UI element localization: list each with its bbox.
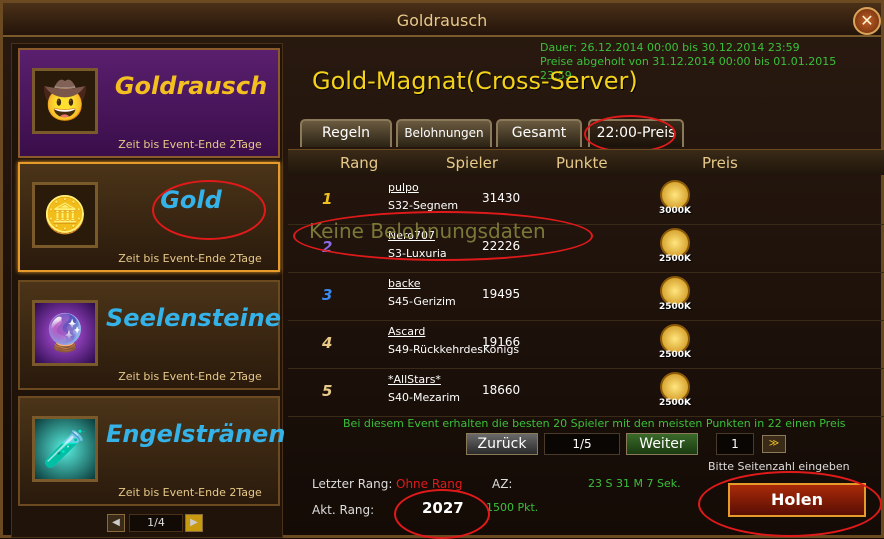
next-page-icon[interactable]: ▶ [185,514,203,532]
prize-amount: 2500K [658,398,692,408]
rank-cell: 4 [322,334,333,352]
event-card-engelstraenen[interactable]: 🧪 Engelstränen Zeit bis Event-Ende 2Tage [18,396,286,506]
countdown-timer: 23 S 31 M 7 Sek. [588,477,681,490]
prize-amount: 2500K [658,302,692,312]
event-card-time: Zeit bis Event-Ende 2Tage [118,252,262,265]
gold-coin-prize-icon: 2500K [658,276,692,316]
duration-text: Dauer: 26.12.2014 00:00 bis 30.12.2014 2… [540,41,800,54]
points-cell: 19495 [482,287,521,301]
prize-amount: 2500K [658,350,692,360]
close-icon[interactable]: ✕ [853,7,881,35]
event-card-title: Engelstränen [106,420,286,448]
next-button[interactable]: Weiter [626,433,698,455]
table-header: Rang Spieler Punkte Preis [288,149,884,175]
table-row: 3 backe S45-Gerizim 19495 2500K [288,273,884,321]
window-title: Goldrausch [396,11,488,30]
title-bar: Goldrausch [3,3,881,37]
rank-cell: 3 [322,286,333,304]
go-page-icon[interactable]: ≫ [762,435,786,453]
main-panel: Dauer: 26.12.2014 00:00 bis 30.12.2014 2… [288,39,884,539]
points-cell: 31430 [482,191,521,205]
page-number-input[interactable]: 1 [716,433,754,455]
player-name-link[interactable]: Ascard [388,325,425,338]
red-annotation-circle [584,115,676,153]
red-annotation-circle [152,180,266,240]
event-notice: Bei diesem Event erhalten die besten 20 … [343,417,846,430]
page-title: Gold-Magnat(Cross-Server) [312,67,638,95]
gold-coin-prize-icon: 2500K [658,228,692,268]
prize-amount: 3000K [658,206,692,216]
header-points: Punkte [556,154,608,172]
red-annotation-circle [394,489,490,539]
event-card-goldrausch[interactable]: 🤠 Goldrausch Zeit bis Event-Ende 2Tage [18,48,280,158]
event-card-title: Seelensteine [106,304,282,332]
soulstone-orb-icon: 🔮 [32,300,98,366]
event-card-title: Goldrausch [114,72,268,100]
event-list: 🤠 Goldrausch Zeit bis Event-Ende 2Tage 🪙… [11,43,286,538]
tab-regeln[interactable]: Regeln [300,119,392,147]
gold-coin-prize-icon: 2500K [658,324,692,364]
gold-coin-prize-icon: 3000K [658,180,692,220]
header-player: Spieler [446,154,499,172]
prev-page-icon[interactable]: ◀ [107,514,125,532]
table-row: 5 *AllStars* S40-Mezarim 18660 2500K [288,369,884,417]
player-name-link[interactable]: pulpo [388,181,419,194]
rank-cell: 1 [322,190,333,208]
player-status: Letzter Rang: Ohne Rang AZ: 23 S 31 M 7 … [302,473,682,533]
points-cell: 18660 [482,383,521,397]
player-name-link[interactable]: *AllStars* [388,373,441,386]
player-server: S40-Mezarim [388,391,461,404]
event-window: Goldrausch ✕ 🤠 Goldrausch Zeit bis Event… [0,0,884,539]
red-annotation-circle [293,211,593,261]
current-rank-label: Akt. Rang: [312,503,375,517]
page-indicator: 1/4 [129,514,183,532]
player-server: S45-Gerizim [388,295,456,308]
table-row: 4 Ascard S49-RückkehrdesKönigs 19166 250… [288,321,884,369]
event-card-time: Zeit bis Event-Ende 2Tage [118,370,262,383]
red-annotation-circle [698,471,882,537]
page-indicator: 1/5 [544,433,620,455]
event-card-seelensteine[interactable]: 🔮 Seelensteine Zeit bis Event-Ende 2Tage [18,280,282,390]
header-rank: Rang [340,154,379,172]
angel-tear-vial-icon: 🧪 [32,416,98,482]
tab-belohnungen[interactable]: Belohnungen [396,119,492,147]
prize-amount: 2500K [658,254,692,264]
gold-coin-icon: 🪙 [32,182,98,248]
event-card-time: Zeit bis Event-Ende 2Tage [118,138,262,151]
last-rank-label: Letzter Rang: [312,477,393,491]
rank-cell: 5 [322,382,333,400]
gold-coin-prize-icon: 2500K [658,372,692,412]
header-prize: Preis [702,154,738,172]
back-button[interactable]: Zurück [466,433,538,455]
player-name-link[interactable]: backe [388,277,421,290]
tab-gesamt[interactable]: Gesamt [496,119,582,147]
az-label: AZ: [492,477,513,491]
cowboy-portrait-icon: 🤠 [32,68,98,134]
current-points: 1500 Pkt. [486,501,539,514]
points-cell: 19166 [482,335,521,349]
event-card-time: Zeit bis Event-Ende 2Tage [118,486,262,499]
